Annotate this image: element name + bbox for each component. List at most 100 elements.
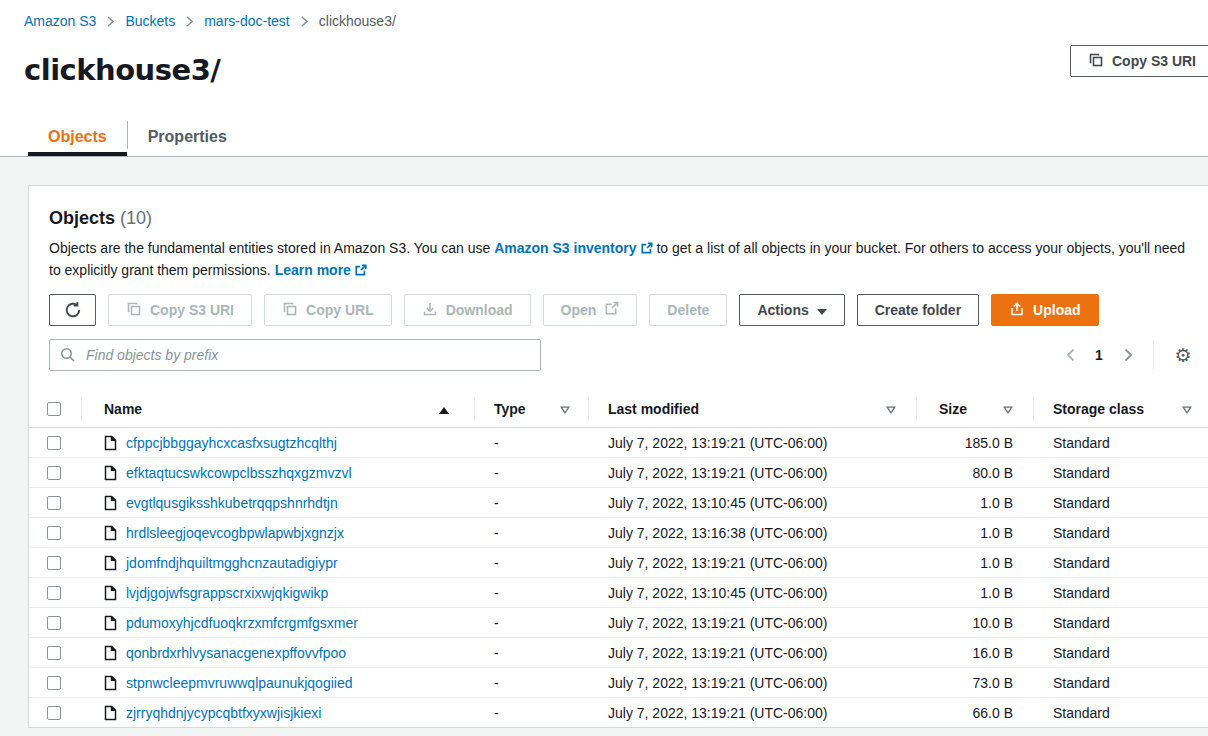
upload-button[interactable]: Upload xyxy=(991,294,1098,326)
column-header-type[interactable]: Type xyxy=(474,391,588,427)
object-name-link[interactable]: evgtlqusgiksshkubetrqqpshnrhdtjn xyxy=(126,495,338,511)
column-header-storage-class[interactable]: Storage class xyxy=(1033,391,1208,427)
breadcrumb-bucket-name[interactable]: mars-doc-test xyxy=(204,13,290,29)
object-last-modified: July 7, 2022, 13:10:45 (UTC-06:00) xyxy=(588,488,916,517)
object-last-modified: July 7, 2022, 13:19:21 (UTC-06:00) xyxy=(588,428,916,457)
table-row: pdumoxyhjcdfuoqkrzxmfcrgmfgsxmer - July … xyxy=(29,608,1208,638)
tab-bar: Objects Properties xyxy=(28,118,247,156)
row-checkbox[interactable] xyxy=(47,706,61,720)
search-input[interactable] xyxy=(49,339,541,371)
breadcrumb-buckets[interactable]: Buckets xyxy=(125,13,175,29)
row-checkbox[interactable] xyxy=(47,646,61,660)
tab-objects[interactable]: Objects xyxy=(28,118,127,156)
row-checkbox[interactable] xyxy=(47,436,61,450)
object-name-link[interactable]: pdumoxyhjcdfuoqkrzxmfcrgmfgsxmer xyxy=(126,615,358,631)
object-size: 73.0 B xyxy=(916,668,1033,697)
object-last-modified: July 7, 2022, 13:19:21 (UTC-06:00) xyxy=(588,698,916,728)
breadcrumb-current: clickhouse3/ xyxy=(319,13,396,29)
row-checkbox[interactable] xyxy=(47,496,61,510)
object-last-modified: July 7, 2022, 13:10:45 (UTC-06:00) xyxy=(588,578,916,607)
object-storage-class: Standard xyxy=(1033,518,1208,547)
search-icon xyxy=(60,347,76,367)
open-button[interactable]: Open xyxy=(543,294,638,326)
refresh-button[interactable] xyxy=(49,294,96,326)
page-title: clickhouse3/ xyxy=(24,53,220,87)
copy-url-button[interactable]: Copy URL xyxy=(264,294,392,326)
row-checkbox[interactable] xyxy=(47,616,61,630)
object-last-modified: July 7, 2022, 13:16:38 (UTC-06:00) xyxy=(588,518,916,547)
objects-toolbar: Copy S3 URI Copy URL Download Open Delet… xyxy=(49,294,1193,326)
settings-icon[interactable]: ⚙ xyxy=(1173,342,1193,368)
next-page-button[interactable] xyxy=(1114,342,1142,368)
object-type: - xyxy=(474,428,588,457)
row-checkbox[interactable] xyxy=(47,526,61,540)
object-name-link[interactable]: jdomfndjhquiltmgghcnzautadigiypr xyxy=(126,555,338,571)
copy-s3-uri-button[interactable]: Copy S3 URI xyxy=(108,294,252,326)
row-checkbox[interactable] xyxy=(47,586,61,600)
objects-count: (10) xyxy=(120,208,152,228)
object-size: 16.0 B xyxy=(916,638,1033,667)
table-header: Name Type Last modified Size Storage cla… xyxy=(29,391,1208,428)
inventory-link[interactable]: Amazon S3 inventory xyxy=(494,240,652,256)
chevron-right-icon xyxy=(301,16,308,27)
filter-row: 1 ⚙ xyxy=(49,339,1193,371)
table-row: lvjdjgojwfsgrappscrxixwjqkigwikp - July … xyxy=(29,578,1208,608)
object-storage-class: Standard xyxy=(1033,698,1208,728)
breadcrumb-amazon-s3[interactable]: Amazon S3 xyxy=(24,13,96,29)
caret-down-icon xyxy=(817,302,827,318)
file-icon xyxy=(104,435,117,451)
learn-more-link[interactable]: Learn more xyxy=(275,262,367,278)
object-storage-class: Standard xyxy=(1033,548,1208,577)
download-icon xyxy=(422,301,438,320)
table-row: hrdlsleegjoqevcogbpwlapwbjxgnzjx - July … xyxy=(29,518,1208,548)
object-name-link[interactable]: cfppcjbbggayhcxcasfxsugtzhcqlthj xyxy=(126,435,337,451)
object-type: - xyxy=(474,488,588,517)
download-button[interactable]: Download xyxy=(404,294,531,326)
object-name-link[interactable]: hrdlsleegjoqevcogbpwlapwbjxgnzjx xyxy=(126,525,344,541)
row-checkbox[interactable] xyxy=(47,466,61,480)
object-storage-class: Standard xyxy=(1033,638,1208,667)
external-link-icon xyxy=(604,301,619,319)
object-size: 1.0 B xyxy=(916,548,1033,577)
column-header-name[interactable]: Name xyxy=(81,391,474,427)
external-link-icon xyxy=(641,239,653,260)
row-checkbox[interactable] xyxy=(47,556,61,570)
create-folder-button[interactable]: Create folder xyxy=(857,294,979,326)
object-name-link[interactable]: lvjdjgojwfsgrappscrxixwjqkigwikp xyxy=(126,585,328,601)
object-type: - xyxy=(474,578,588,607)
object-size: 1.0 B xyxy=(916,488,1033,517)
object-name-link[interactable]: zjrryqhdnjycypcqbtfxyxwjisjkiexi xyxy=(126,705,321,721)
table-row: evgtlqusgiksshkubetrqqpshnrhdtjn - July … xyxy=(29,488,1208,518)
table-row: jdomfndjhquiltmgghcnzautadigiypr - July … xyxy=(29,548,1208,578)
file-icon xyxy=(104,615,117,631)
object-type: - xyxy=(474,668,588,697)
object-size: 10.0 B xyxy=(916,608,1033,637)
object-name-link[interactable]: stpnwcleepmvruwwqlpaunukjqogiied xyxy=(126,675,352,691)
copy-icon xyxy=(126,301,142,320)
actions-button[interactable]: Actions xyxy=(739,294,844,326)
delete-button[interactable]: Delete xyxy=(649,294,727,326)
current-page[interactable]: 1 xyxy=(1084,347,1114,363)
object-name-link[interactable]: efktaqtucswkcowpclbsszhqxgzmvzvl xyxy=(126,465,352,481)
object-last-modified: July 7, 2022, 13:19:21 (UTC-06:00) xyxy=(588,608,916,637)
select-all-checkbox[interactable] xyxy=(47,402,61,416)
table-row: cfppcjbbggayhcxcasfxsugtzhcqlthj - July … xyxy=(29,428,1208,458)
column-header-last-modified[interactable]: Last modified xyxy=(588,391,916,427)
object-last-modified: July 7, 2022, 13:19:21 (UTC-06:00) xyxy=(588,668,916,697)
object-storage-class: Standard xyxy=(1033,608,1208,637)
file-icon xyxy=(104,705,117,721)
file-icon xyxy=(104,495,117,511)
objects-table: Name Type Last modified Size Storage cla… xyxy=(29,391,1208,728)
previous-page-button[interactable] xyxy=(1056,342,1084,368)
object-name-link[interactable]: qonbrdxrhlvysanacgenexpffovvfpoo xyxy=(126,645,346,661)
tab-properties[interactable]: Properties xyxy=(128,118,247,156)
table-row: zjrryqhdnjycypcqbtfxyxwjisjkiexi - July … xyxy=(29,698,1208,728)
sort-icon xyxy=(886,401,896,417)
object-last-modified: July 7, 2022, 13:19:21 (UTC-06:00) xyxy=(588,548,916,577)
object-type: - xyxy=(474,548,588,577)
sort-icon xyxy=(560,401,570,417)
row-checkbox[interactable] xyxy=(47,676,61,690)
file-icon xyxy=(104,555,117,571)
column-header-size[interactable]: Size xyxy=(916,391,1033,427)
copy-s3-uri-button-top[interactable]: Copy S3 URI xyxy=(1070,45,1208,77)
